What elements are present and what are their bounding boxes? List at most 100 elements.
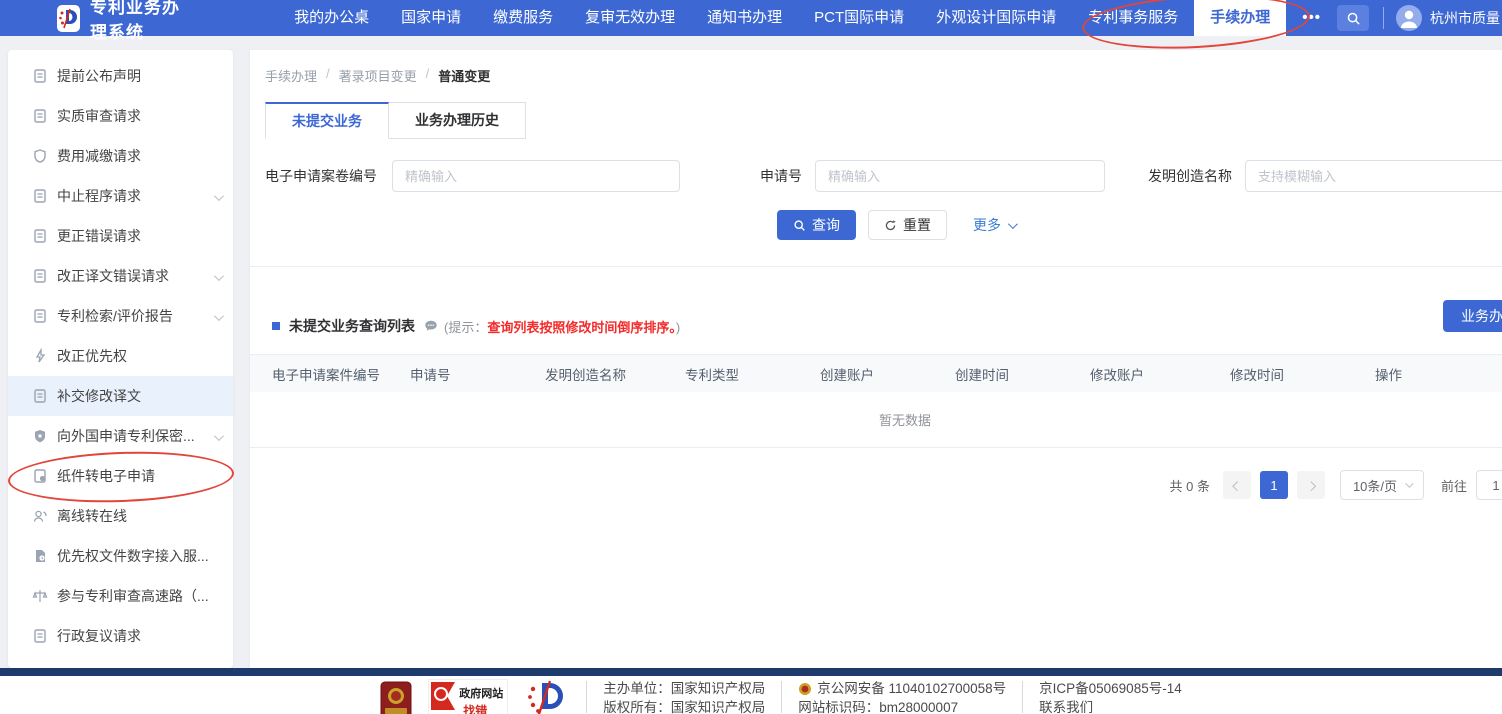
username[interactable]: 杭州市质量 xyxy=(1430,8,1500,28)
national-emblem-badge-icon xyxy=(380,681,412,714)
footer-host-column: 主办单位：国家知识产权局 版权所有：国家知识产权局 xyxy=(603,679,765,714)
sidebar-item-fee-reduction[interactable]: 费用减缴请求 xyxy=(8,136,233,176)
column-header: 创建账户 xyxy=(820,364,955,384)
sidebar-item-suspension-procedure[interactable]: 中止程序请求 xyxy=(8,176,233,216)
goto-label: 前往 xyxy=(1441,476,1467,495)
lock-shield-icon xyxy=(32,428,48,444)
document-icon xyxy=(32,388,48,404)
column-header: 修改账户 xyxy=(1090,364,1230,384)
sidebar-item-early-publication[interactable]: 提前公布声明 xyxy=(8,56,233,96)
nav-right-area: 杭州市质量 xyxy=(1337,0,1502,36)
next-page-button[interactable] xyxy=(1297,471,1325,499)
chevron-down-icon[interactable] xyxy=(214,268,221,284)
chevron-down-icon[interactable] xyxy=(214,188,221,204)
footer: 政府网站 找错 主办单位：国家知识产权局 版权所有：国家知识产权局 京公网安备 … xyxy=(0,676,1502,714)
application-number-input[interactable] xyxy=(815,160,1105,192)
nav-item-national-application[interactable]: 国家申请 xyxy=(385,0,477,36)
search-icon xyxy=(793,219,806,232)
comment-icon xyxy=(424,319,438,333)
report-icon xyxy=(32,308,48,324)
top-navbar: 专利业务办理系统 我的办公桌 国家申请 缴费服务 复审无效办理 通知书办理 PC… xyxy=(0,0,1502,36)
sidebar-item-pph-highway[interactable]: 参与专利审查高速路（... xyxy=(8,576,233,616)
nav-item-more[interactable]: ••• xyxy=(1286,0,1337,36)
footer-icp-column: 京ICP备05069085号-14 联系我们 xyxy=(1039,679,1182,714)
empty-state-text: 暂无数据 xyxy=(821,410,931,429)
search-form: 电子申请案卷编号 申请号 发明创造名称 xyxy=(265,160,1502,192)
table-header: 电子申请案件编号 申请号 发明创造名称 专利类型 创建账户 创建时间 修改账户 … xyxy=(250,354,1502,392)
business-handle-button[interactable]: 业务办理 xyxy=(1443,300,1502,332)
people-icon xyxy=(32,508,48,524)
sidebar-item-offline-to-online[interactable]: 离线转在线 xyxy=(8,496,233,536)
sidebar-item-foreign-filing-confidentiality[interactable]: 向外国申请专利保密... xyxy=(8,416,233,456)
document-icon xyxy=(32,108,48,124)
sidebar-item-priority-correction[interactable]: 改正优先权 xyxy=(8,336,233,376)
sidebar-item-patent-search-report[interactable]: 专利检索/评价报告 xyxy=(8,296,233,336)
page-number-1[interactable]: 1 xyxy=(1260,471,1288,499)
file-clock-icon xyxy=(32,548,48,564)
sidebar-item-substantive-exam[interactable]: 实质审查请求 xyxy=(8,96,233,136)
application-number-label: 申请号 xyxy=(760,166,802,186)
chevron-right-icon xyxy=(1307,481,1317,491)
user-avatar[interactable] xyxy=(1396,5,1422,31)
chevron-down-icon[interactable] xyxy=(214,308,221,324)
nav-item-pct-international[interactable]: PCT国际申请 xyxy=(798,0,920,36)
more-filters-link[interactable]: 更多 xyxy=(973,215,1015,235)
chevron-down-icon[interactable] xyxy=(214,428,221,444)
refresh-icon xyxy=(884,219,897,232)
nav-divider xyxy=(1383,7,1384,29)
column-header: 操作 xyxy=(1375,364,1502,384)
nav-menu: 我的办公桌 国家申请 缴费服务 复审无效办理 通知书办理 PCT国际申请 外观设… xyxy=(278,0,1337,36)
nav-item-design-international[interactable]: 外观设计国际申请 xyxy=(920,0,1072,36)
transfer-icon xyxy=(32,468,48,484)
patent-system-logo-icon xyxy=(524,679,570,714)
tab-business-history[interactable]: 业务办理历史 xyxy=(389,102,526,139)
sidebar-item-error-correction[interactable]: 更正错误请求 xyxy=(8,216,233,256)
efiling-case-number-label: 电子申请案卷编号 xyxy=(265,166,377,186)
breadcrumb-item[interactable]: 手续办理 xyxy=(265,66,317,85)
sidebar-item-supplement-amended-translation[interactable]: 补交修改译文 xyxy=(8,376,233,416)
column-header: 创建时间 xyxy=(955,364,1090,384)
nav-item-fee-services[interactable]: 缴费服务 xyxy=(477,0,569,36)
nav-item-patent-affairs[interactable]: 专利事务服务 xyxy=(1072,0,1194,36)
footer-divider xyxy=(586,681,587,713)
sidebar-item-administrative-reconsideration[interactable]: 行政复议请求 xyxy=(8,616,233,656)
breadcrumb-item[interactable]: 著录项目变更 xyxy=(339,66,417,85)
pagination-total: 共 0 条 xyxy=(1170,476,1210,495)
contact-us-link[interactable]: 联系我们 xyxy=(1039,698,1182,714)
prev-page-button[interactable] xyxy=(1223,471,1251,499)
chevron-down-icon xyxy=(1405,479,1413,487)
invention-name-input[interactable] xyxy=(1245,160,1502,192)
search-button[interactable]: 查询 xyxy=(777,210,856,240)
shield-icon xyxy=(32,148,48,164)
page-size-select[interactable]: 10条/页 xyxy=(1340,470,1424,500)
sidebar-item-translation-correction[interactable]: 改正译文错误请求 xyxy=(8,256,233,296)
scales-icon xyxy=(32,588,48,604)
footer-divider xyxy=(781,681,782,713)
tabs: 未提交业务 业务办理历史 xyxy=(265,102,526,139)
table-empty-row: 暂无数据 xyxy=(250,392,1502,448)
gov-site-error-logo[interactable]: 政府网站 找错 xyxy=(428,679,508,714)
goto-page-input[interactable] xyxy=(1476,470,1502,500)
footer-divider xyxy=(1022,681,1023,713)
list-header: 未提交业务查询列表 (提示：查询列表按照修改时间倒序排序。) xyxy=(272,306,680,346)
nav-item-my-desk[interactable]: 我的办公桌 xyxy=(278,0,385,36)
breadcrumb: 手续办理 / 著录项目变更 / 普通变更 xyxy=(265,66,490,85)
sidebar-item-paper-to-electronic[interactable]: 纸件转电子申请 xyxy=(8,456,233,496)
column-header: 专利类型 xyxy=(685,364,820,384)
column-header: 申请号 xyxy=(410,364,545,384)
bullet-square xyxy=(272,322,280,330)
sort-hint: (提示：查询列表按照修改时间倒序排序。) xyxy=(444,317,680,336)
nav-item-notice-handling[interactable]: 通知书办理 xyxy=(691,0,798,36)
search-icon[interactable] xyxy=(1337,5,1369,31)
reset-button[interactable]: 重置 xyxy=(868,210,947,240)
efiling-case-number-input[interactable] xyxy=(392,160,680,192)
pagination: 共 0 条 1 10条/页 前往 xyxy=(1170,470,1502,500)
document-icon xyxy=(32,188,48,204)
sidebar-item-priority-document-das[interactable]: 优先权文件数字接入服... xyxy=(8,536,233,576)
document-icon xyxy=(32,68,48,84)
invention-name-label: 发明创造名称 xyxy=(1148,166,1232,186)
nav-item-procedure-handling[interactable]: 手续办理 xyxy=(1194,0,1286,36)
tab-unsubmitted-business[interactable]: 未提交业务 xyxy=(265,102,389,139)
nav-item-reexam-invalidation[interactable]: 复审无效办理 xyxy=(569,0,691,36)
footer-top-bar xyxy=(0,668,1502,676)
